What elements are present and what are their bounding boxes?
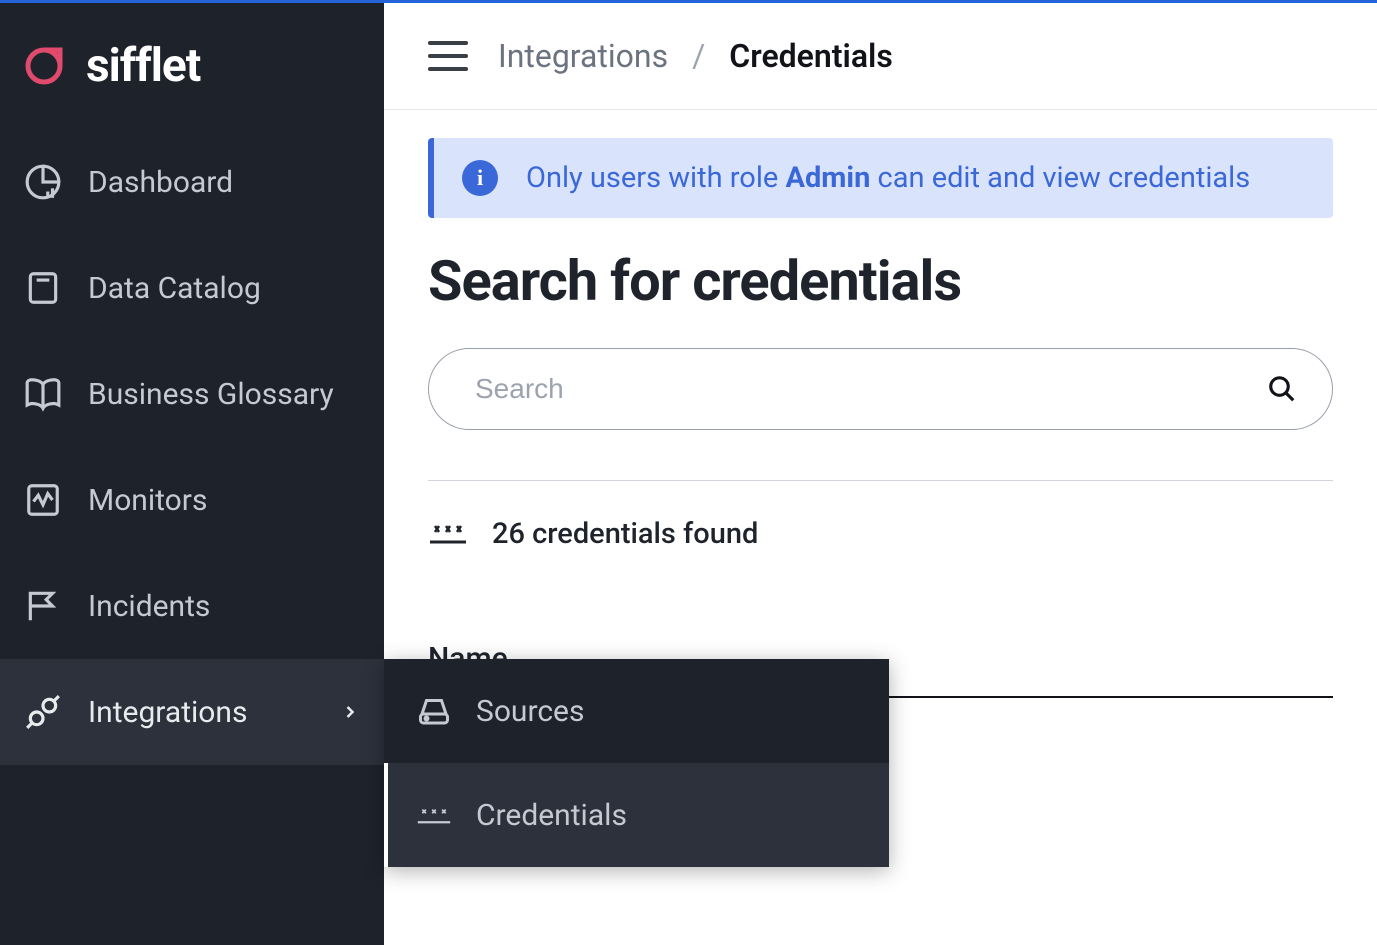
submenu-item-credentials[interactable]: Credentials — [384, 763, 889, 867]
sifflet-logo-icon — [20, 42, 68, 90]
sidebar-item-dashboard[interactable]: Dashboard — [0, 129, 384, 235]
divider — [428, 480, 1333, 481]
drive-icon — [416, 693, 452, 729]
sidebar-item-incidents[interactable]: Incidents — [0, 553, 384, 659]
breadcrumb-separator: / — [692, 37, 705, 75]
search-field-wrapper — [428, 348, 1333, 430]
chevron-right-icon — [340, 702, 360, 722]
sidebar-item-label: Business Glossary — [88, 377, 334, 412]
password-icon — [416, 797, 452, 833]
activity-icon — [24, 481, 62, 519]
info-icon: i — [462, 160, 498, 196]
sidebar: sifflet Dashboard Data Catalog — [0, 3, 384, 945]
alert-suffix: can edit and view credentials — [870, 161, 1250, 195]
page-title: Search for credentials — [428, 248, 1333, 314]
submenu-item-sources[interactable]: Sources — [384, 659, 889, 763]
menu-toggle-button[interactable] — [428, 41, 468, 71]
breadcrumb: Integrations / Credentials — [498, 37, 893, 75]
sidebar-item-label: Integrations — [88, 695, 247, 730]
submenu-item-label: Sources — [476, 694, 584, 729]
integrations-submenu: Sources Credentials — [384, 659, 889, 867]
alert-prefix: Only users with role — [526, 161, 785, 195]
sidebar-item-label: Incidents — [88, 589, 210, 624]
pie-chart-icon — [24, 163, 62, 201]
sidebar-item-integrations[interactable]: Integrations Sources — [0, 659, 384, 765]
search-icon[interactable] — [1267, 374, 1297, 404]
sidebar-item-monitors[interactable]: Monitors — [0, 447, 384, 553]
topbar: Integrations / Credentials — [384, 3, 1377, 110]
open-book-icon — [24, 375, 62, 413]
alert-text: Only users with role Admin can edit and … — [526, 161, 1250, 195]
alert-role: Admin — [785, 161, 870, 195]
sidebar-item-label: Monitors — [88, 483, 207, 518]
plug-icon — [24, 693, 62, 731]
brand-name: sifflet — [86, 39, 200, 93]
results-count-row: 26 credentials found — [428, 517, 1333, 551]
sidebar-item-label: Dashboard — [88, 165, 233, 200]
breadcrumb-parent[interactable]: Integrations — [498, 37, 668, 75]
submenu-item-label: Credentials — [476, 798, 627, 833]
sidebar-item-label: Data Catalog — [88, 271, 261, 306]
results-count-text: 26 credentials found — [492, 517, 758, 551]
sidebar-item-business-glossary[interactable]: Business Glossary — [0, 341, 384, 447]
app-root: sifflet Dashboard Data Catalog — [0, 0, 1377, 945]
book-icon — [24, 269, 62, 307]
info-alert: i Only users with role Admin can edit an… — [428, 138, 1333, 218]
breadcrumb-current: Credentials — [729, 37, 892, 75]
sidebar-item-data-catalog[interactable]: Data Catalog — [0, 235, 384, 341]
flag-icon — [24, 587, 62, 625]
search-input[interactable] — [428, 348, 1333, 430]
sidebar-nav: Dashboard Data Catalog Business Glossary — [0, 129, 384, 765]
password-icon — [428, 522, 468, 546]
brand-logo[interactable]: sifflet — [0, 3, 384, 129]
